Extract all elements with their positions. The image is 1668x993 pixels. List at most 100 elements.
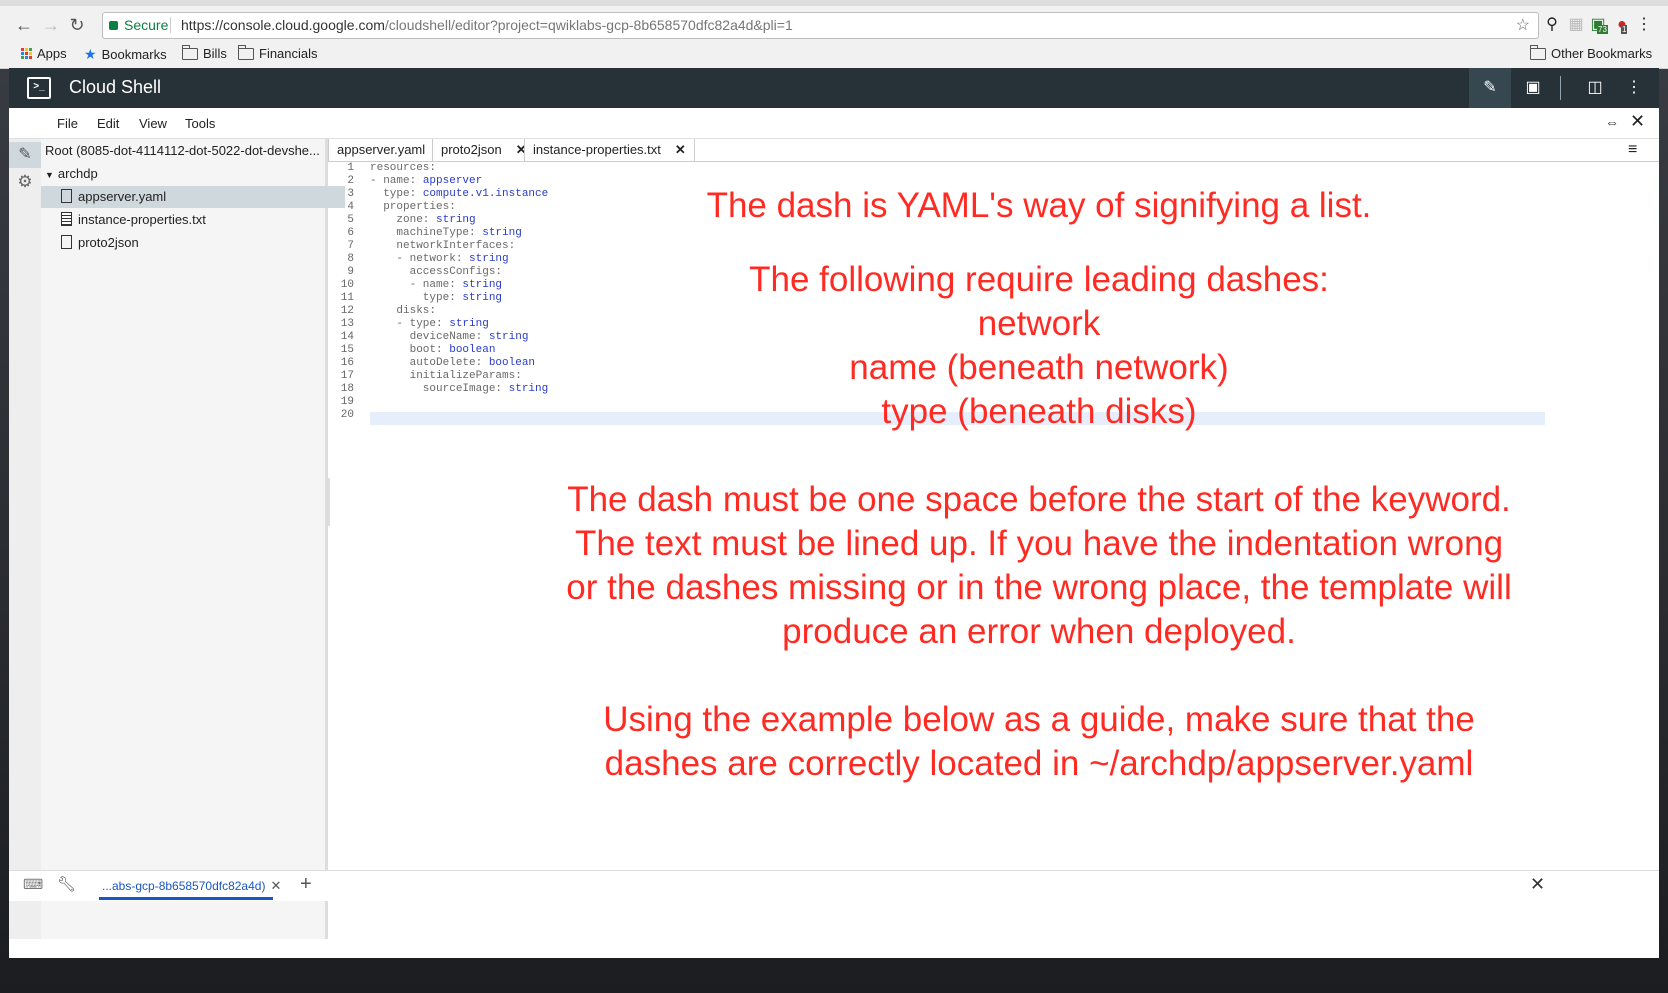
code-key: type:	[370, 292, 463, 304]
tree-root[interactable]: Root (8085-dot-4114112-dot-5022-dot-devs…	[41, 140, 329, 162]
line-number: 15	[340, 344, 354, 356]
code-line: accessConfigs:	[370, 266, 502, 278]
menu-edit[interactable]: Edit	[97, 116, 119, 131]
more-vert-icon[interactable]: ⋮	[1613, 68, 1655, 108]
close-editor-icon[interactable]: ✕	[1630, 111, 1645, 132]
terminal-tab[interactable]: ...abs-gcp-8b658570dfc82a4d) ✕	[102, 878, 281, 894]
bookmark-bills[interactable]: Bills	[182, 44, 227, 61]
settings-gear-icon[interactable]: ⚙	[9, 169, 41, 195]
line-number: 2	[347, 175, 354, 187]
menu-tools[interactable]: Tools	[185, 116, 215, 131]
close-tab-icon[interactable]: ✕	[675, 142, 686, 157]
calendar-extension-icon[interactable]: ▣73	[1588, 15, 1608, 35]
back-arrow-icon[interactable]: ←	[13, 14, 35, 36]
line-number: 20	[340, 409, 354, 421]
tab-strip	[0, 0, 1668, 6]
code-value: compute.v1.instance	[422, 188, 549, 200]
edit-pencil-icon[interactable]: ✎	[1469, 68, 1511, 108]
adblock-extension-icon[interactable]: ●1	[1612, 15, 1632, 35]
add-tab-icon[interactable]: +	[300, 873, 312, 896]
bookmark-label: Bills	[203, 46, 227, 61]
code-key: type:	[370, 188, 423, 200]
terminal-toggle-icon[interactable]: ▣	[1512, 68, 1554, 108]
menu-file[interactable]: File	[57, 116, 78, 131]
code-value: string	[462, 292, 503, 304]
web-preview-icon[interactable]: ◫	[1574, 68, 1616, 108]
close-terminal-icon[interactable]: ✕	[1530, 874, 1545, 895]
expand-horizontal-icon[interactable]: ⇔	[1605, 114, 1619, 130]
editor-pencil-icon[interactable]: ✎	[9, 142, 41, 168]
annotation-text: dashes are correctly located in ~/archdp…	[604, 744, 1474, 783]
bookmark-financials[interactable]: Financials	[238, 44, 318, 61]
annotation-text: type (beneath disks)	[881, 392, 1197, 431]
splitter-handle[interactable]	[326, 478, 330, 526]
bookmark-bookmarks[interactable]: ★ Bookmarks	[84, 46, 167, 63]
line-number: 6	[347, 227, 354, 239]
wrench-icon[interactable]: 🔧︎	[57, 875, 76, 893]
keyboard-icon[interactable]: ⌨	[23, 876, 43, 893]
bookmark-apps[interactable]: Apps	[21, 46, 67, 61]
side-rail: ✎ ⚙	[9, 139, 41, 939]
browser-menu-icon[interactable]: ⋮	[1634, 15, 1654, 35]
bookmark-label: Bookmarks	[101, 47, 167, 62]
code-value: string	[488, 331, 529, 343]
annotation-text: Using the example below as a guide, make…	[603, 700, 1475, 739]
annotation-text: network	[977, 304, 1101, 343]
app-title: Cloud Shell	[69, 77, 162, 97]
forward-arrow-icon[interactable]: →	[40, 14, 62, 36]
tab-instance-properties[interactable]: instance-properties.txt ✕	[524, 139, 695, 161]
extension-badge: 1	[1621, 25, 1628, 34]
code-line: - name: appserver	[370, 175, 482, 187]
bookmark-label: Apps	[37, 46, 67, 61]
search-extension-icon[interactable]: ⚲	[1542, 15, 1562, 35]
reload-icon[interactable]: ↻	[66, 14, 88, 36]
extension-badge: 73	[1597, 25, 1608, 34]
code-key: accessConfigs:	[370, 266, 503, 278]
code-line: networkInterfaces:	[370, 240, 515, 252]
line-number: 9	[347, 266, 354, 278]
code-line: type: string	[370, 292, 502, 304]
address-bar[interactable]: Secure https://console.cloud.google.com/…	[102, 12, 1539, 39]
menu-view[interactable]: View	[139, 116, 167, 131]
code-line: - name: string	[370, 279, 502, 291]
code-key: zone:	[370, 214, 437, 226]
tree-file-appserver-yaml[interactable]: appserver.yaml	[41, 186, 345, 208]
code-value: string	[449, 318, 489, 330]
close-tab-icon[interactable]: ✕	[270, 878, 281, 893]
folder-icon	[182, 44, 198, 60]
line-number: 5	[347, 214, 354, 226]
folder-icon	[1530, 44, 1546, 60]
tree-folder-archdp[interactable]: ▼ archdp	[41, 163, 329, 185]
code-line: disks:	[370, 305, 436, 317]
annotation-text: The dash is YAML's way of signifying a l…	[706, 186, 1372, 225]
tree-file-instance-properties[interactable]: instance-properties.txt	[41, 209, 345, 231]
secure-indicator[interactable]: Secure	[109, 17, 168, 33]
extension-icon[interactable]: ▦	[1566, 15, 1586, 35]
annotation-text: name (beneath network)	[849, 348, 1229, 387]
cloud-shell-icon: >_	[27, 77, 51, 99]
code-line: boot: boolean	[370, 344, 496, 356]
code-key: - type:	[370, 318, 450, 330]
app-header: >_ Cloud Shell ✎ ▣ ◫ ⋮	[9, 68, 1659, 108]
code-key: machineType:	[370, 227, 483, 239]
tab-proto2json[interactable]: proto2json ✕	[432, 139, 536, 161]
active-tab-indicator	[99, 897, 273, 900]
code-value: string	[469, 253, 509, 265]
line-number: 14	[340, 331, 354, 343]
url-text: https://console.cloud.google.com/cloudsh…	[181, 17, 793, 33]
code-key: deviceName:	[370, 331, 489, 343]
bookmark-star-icon[interactable]: ☆	[1516, 15, 1530, 35]
code-line: - type: string	[370, 318, 489, 330]
hamburger-menu-icon[interactable]: ≡	[1628, 141, 1637, 159]
folder-icon	[238, 44, 254, 60]
code-value: string	[462, 279, 503, 291]
code-key: - network:	[370, 253, 470, 265]
line-number: 8	[347, 253, 354, 265]
code-line: deviceName: string	[370, 331, 529, 343]
divider	[1560, 76, 1561, 100]
other-bookmarks[interactable]: Other Bookmarks	[1530, 44, 1652, 61]
tree-file-proto2json[interactable]: proto2json	[41, 232, 345, 254]
line-number: 3	[347, 188, 354, 200]
bookmark-label: Financials	[259, 46, 318, 61]
cloud-shell-window: >_ Cloud Shell ✎ ▣ ◫ ⋮ File Edit View To…	[9, 68, 1659, 958]
